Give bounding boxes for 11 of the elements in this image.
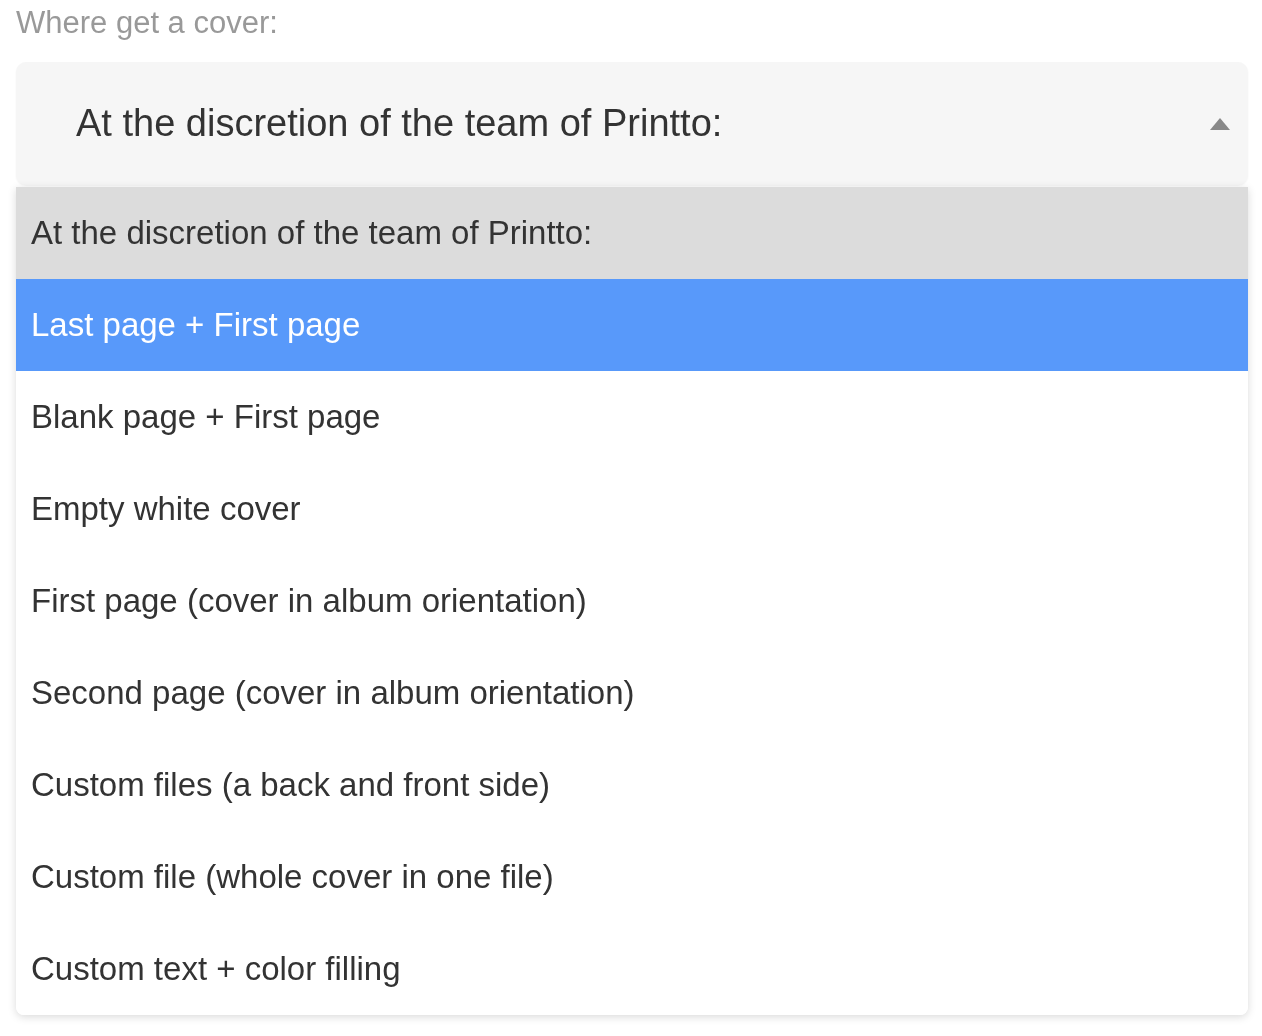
cover-select[interactable]: At the discretion of the team of Printto: <box>16 62 1248 185</box>
dropdown-option[interactable]: Custom files (a back and front side) <box>16 739 1248 831</box>
dropdown-option[interactable]: Second page (cover in album orientation) <box>16 647 1248 739</box>
dropdown-option[interactable]: At the discretion of the team of Printto: <box>16 187 1248 279</box>
caret-icon <box>1210 117 1230 130</box>
field-label: Where get a cover: <box>16 4 279 42</box>
dropdown-option[interactable]: First page (cover in album orientation) <box>16 555 1248 647</box>
dropdown-option[interactable]: Blank page + First page <box>16 371 1248 463</box>
dropdown-option[interactable]: Custom file (whole cover in one file) <box>16 831 1248 923</box>
dropdown-option[interactable]: Empty white cover <box>16 463 1248 555</box>
dropdown-option[interactable]: Custom text + color filling <box>16 923 1248 1015</box>
